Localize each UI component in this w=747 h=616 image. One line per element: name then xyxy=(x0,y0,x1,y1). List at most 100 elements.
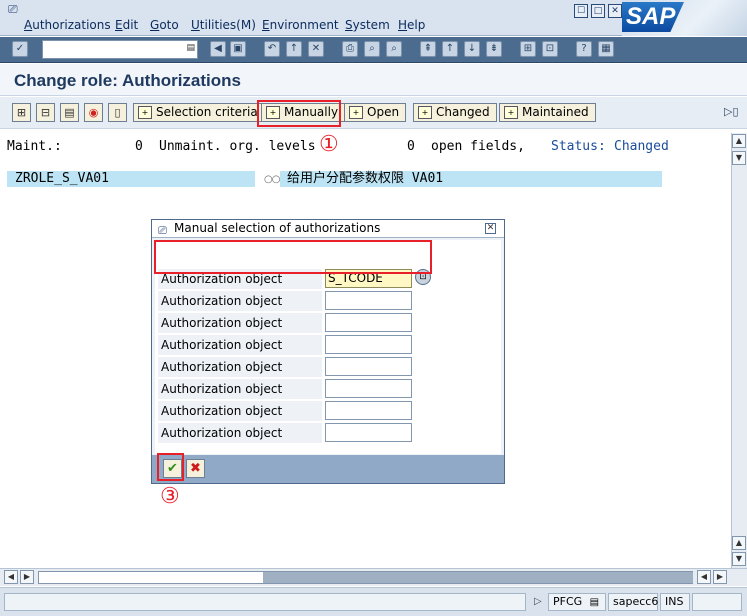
exit-icon[interactable]: ↑ xyxy=(286,41,302,57)
horizontal-scroll-thumb[interactable] xyxy=(263,572,693,583)
sap-logo-text: SAP xyxy=(622,2,684,32)
window-controls: ☐ □ ✕ xyxy=(574,4,622,18)
status-bar: ▷ PFCG ▤ sapecc6 INS xyxy=(0,587,747,616)
new-session-icon[interactable]: ⊞ xyxy=(520,41,536,57)
vertical-scrollbar[interactable]: ▲ ▼ ▲ ▼ xyxy=(731,133,747,568)
expand-icon[interactable]: ⊞ xyxy=(12,103,31,122)
menu-authorizations[interactable]: Authorizations xyxy=(24,18,111,32)
dialog-close-icon[interactable]: ✕ xyxy=(485,223,496,234)
system-info-field[interactable]: PFCG ▤ xyxy=(548,593,606,611)
menu-bar: ⎚ Authorizations Edit Goto Utilities(M) … xyxy=(0,0,747,36)
scroll-up-icon[interactable]: ▲ xyxy=(732,134,746,148)
next-page-icon[interactable]: ↓ xyxy=(464,41,480,57)
find-icon[interactable]: ⌕ xyxy=(364,41,380,57)
changed-button[interactable]: + Changed xyxy=(413,103,497,122)
close-window-button[interactable]: ✕ xyxy=(608,4,622,18)
open-label: Open xyxy=(367,105,400,119)
scroll-down-icon[interactable]: ▼ xyxy=(732,151,746,165)
menu-help[interactable]: Help xyxy=(398,18,425,32)
minimize-button[interactable]: ☐ xyxy=(574,4,588,18)
scroll-page-down-icon[interactable]: ▼ xyxy=(732,552,746,566)
first-page-icon[interactable]: ⇞ xyxy=(420,41,436,57)
open-icon: + xyxy=(349,106,363,119)
sap-logo: SAP xyxy=(622,0,747,36)
maint-count: 0 xyxy=(135,139,143,154)
maintained-button[interactable]: + Maintained xyxy=(499,103,596,122)
lifebuoy-icon[interactable]: ◉ xyxy=(84,103,103,122)
dialog-footer: ✔ ✖ xyxy=(152,455,504,483)
role-name: ZROLE_S_VA01 xyxy=(7,171,255,187)
print-icon[interactable]: ⎙ xyxy=(342,41,358,57)
horizontal-scroll-track[interactable] xyxy=(38,571,693,584)
menu-goto[interactable]: Goto xyxy=(150,18,179,32)
cancel-x-icon[interactable]: ✖ xyxy=(186,459,205,478)
selection-criteria-button[interactable]: + Selection criteria xyxy=(133,103,265,122)
find-next-icon[interactable]: ⌕ xyxy=(386,41,402,57)
last-page-icon[interactable]: ⇟ xyxy=(486,41,502,57)
enter-icon[interactable]: ✓ xyxy=(12,41,28,57)
auth-object-input-3[interactable] xyxy=(325,313,412,332)
scroll-page-up-icon[interactable]: ▲ xyxy=(732,536,746,550)
dialog-title: Manual selection of authorizations xyxy=(174,221,381,235)
system-info-icon[interactable]: ▤ xyxy=(590,597,599,608)
dialog-title-bar: ⎚ Manual selection of authorizations ✕ xyxy=(152,220,504,238)
auth-object-input-6[interactable] xyxy=(325,379,412,398)
auth-object-label: Authorization object xyxy=(158,379,322,399)
delete-icon[interactable]: ▯ xyxy=(108,103,127,122)
auth-object-input-8[interactable] xyxy=(325,423,412,442)
auth-object-input-2[interactable] xyxy=(325,291,412,310)
maint-label: Maint.: xyxy=(7,139,62,154)
transaction-code: PFCG xyxy=(553,595,583,608)
open-fields-label: open fields, xyxy=(431,139,525,154)
unmaint-org-levels-label: Unmaint. org. levels xyxy=(159,139,316,154)
layout-menu-icon[interactable]: ▦ xyxy=(598,41,614,57)
annotation-3: ③ xyxy=(160,484,180,509)
status-message-area xyxy=(4,593,526,611)
auth-object-input-7[interactable] xyxy=(325,401,412,420)
dialog-window-icon: ⎚ xyxy=(158,224,167,237)
auth-object-input-4[interactable] xyxy=(325,335,412,354)
menu-edit[interactable]: Edit xyxy=(115,18,138,32)
cancel-icon[interactable]: ✕ xyxy=(308,41,324,57)
title-bar: Change role: Authorizations xyxy=(0,64,747,96)
maintained-icon: + xyxy=(504,106,518,119)
open-button[interactable]: + Open xyxy=(344,103,407,122)
changed-label: Changed xyxy=(436,105,490,119)
command-input[interactable] xyxy=(43,41,181,58)
page-title: Change role: Authorizations xyxy=(14,71,241,90)
menu-utilities[interactable]: Utilities(M) xyxy=(191,18,256,32)
back-arrow-icon[interactable]: ◀ xyxy=(210,41,226,57)
menu-environment[interactable]: Environment xyxy=(262,18,339,32)
role-description: 给用户分配参数权限 VA01 xyxy=(280,171,662,187)
highlight-box-confirm xyxy=(157,453,184,481)
system-menu-icon[interactable]: ⎚ xyxy=(8,2,24,16)
horizontal-scrollbar[interactable]: ◀ ▶ ◀ ▶ xyxy=(0,568,747,586)
status-value: Changed xyxy=(614,139,669,154)
command-history-icon[interactable]: ▤ xyxy=(186,43,195,53)
server-field: sapecc6 xyxy=(608,593,658,611)
selection-criteria-label: Selection criteria xyxy=(156,105,258,119)
scroll-right-icon[interactable]: ▶ xyxy=(713,570,727,584)
collapse-icon[interactable]: ⊟ xyxy=(36,103,55,122)
maximize-button[interactable]: □ xyxy=(591,4,605,18)
open-fields-count: 0 xyxy=(407,139,415,154)
standard-toolbar: ✓ ▤ ◀ ▣ ↶ ↑ ✕ ⎙ ⌕ ⌕ ⇞ ↑ ↓ ⇟ ⊞ ⊡ ? ▦ xyxy=(0,37,747,63)
back-icon[interactable]: ↶ xyxy=(264,41,280,57)
insert-mode-field[interactable]: INS xyxy=(660,593,690,611)
status-toggle-icon[interactable]: ▷ xyxy=(534,596,542,607)
more-buttons-icon[interactable]: ▷▯ xyxy=(724,105,739,118)
auth-object-label: Authorization object xyxy=(158,357,322,377)
save-icon[interactable]: ▣ xyxy=(230,41,246,57)
help-icon[interactable]: ? xyxy=(576,41,592,57)
scroll-left-icon[interactable]: ◀ xyxy=(4,570,18,584)
selection-criteria-icon: + xyxy=(138,106,152,119)
shortcut-icon[interactable]: ⊡ xyxy=(542,41,558,57)
auth-object-input-5[interactable] xyxy=(325,357,412,376)
scroll-right-page-icon[interactable]: ◀ xyxy=(697,570,711,584)
previous-page-icon[interactable]: ↑ xyxy=(442,41,458,57)
menu-system[interactable]: System xyxy=(345,18,390,32)
command-field[interactable]: ▤ xyxy=(42,40,198,59)
org-levels-icon[interactable]: ▤ xyxy=(60,103,79,122)
highlight-box-manually xyxy=(257,100,341,127)
scroll-left-page-icon[interactable]: ▶ xyxy=(20,570,34,584)
